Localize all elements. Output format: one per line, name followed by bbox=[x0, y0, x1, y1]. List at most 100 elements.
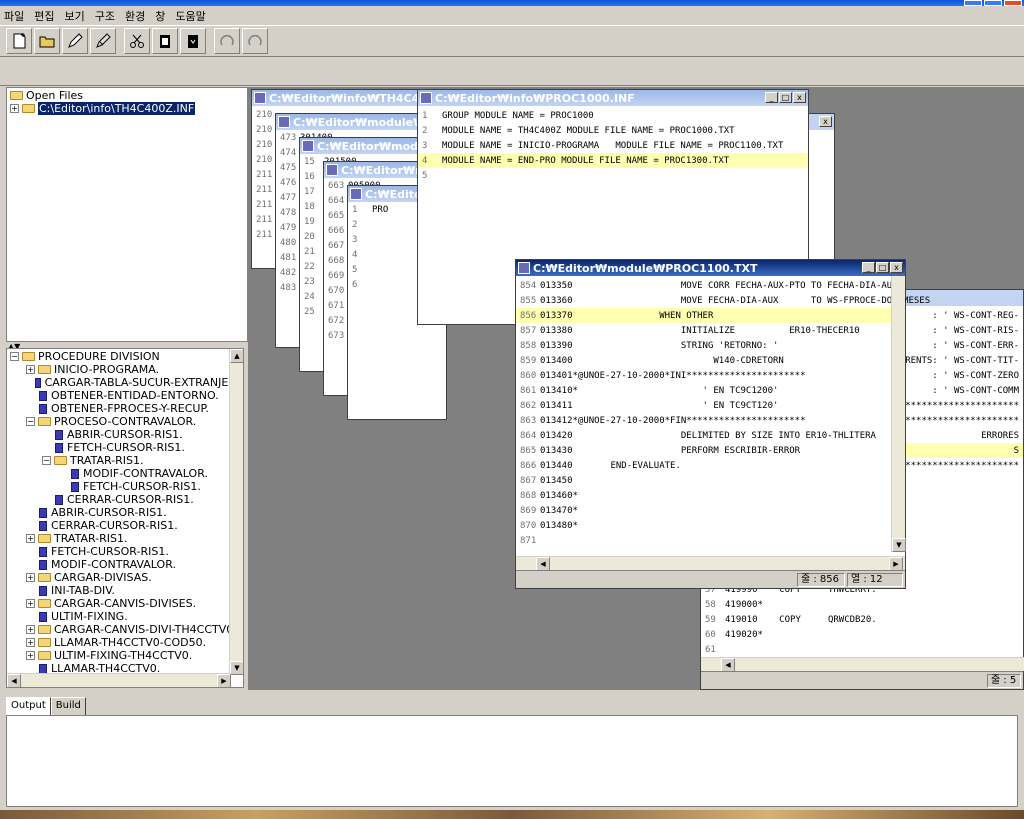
menu-environment[interactable]: 환경 bbox=[125, 8, 145, 24]
tree-item[interactable]: INI-TAB-DIV. bbox=[7, 584, 243, 597]
tree-item[interactable]: MODIF-CONTRAVALOR. bbox=[7, 558, 243, 571]
document-icon bbox=[39, 585, 47, 596]
tree-item[interactable]: + CARGAR-DIVISAS. bbox=[7, 571, 243, 584]
line-number: 665 bbox=[328, 210, 345, 221]
close-icon[interactable]: x bbox=[819, 116, 832, 127]
expand-icon[interactable]: + bbox=[26, 365, 35, 374]
menu-structure[interactable]: 구조 bbox=[95, 8, 115, 24]
paste-button[interactable] bbox=[152, 28, 178, 54]
code-line: 858 013390 STRING 'RETORNO: ' bbox=[516, 338, 905, 353]
cut-button[interactable] bbox=[124, 28, 150, 54]
menu-file[interactable]: 파일 bbox=[4, 8, 24, 24]
app-icon bbox=[326, 164, 338, 176]
tree-item[interactable]: CARGAR-TABLA-SUCUR-EXTRANJERA bbox=[7, 376, 243, 389]
tree-item[interactable]: + CARGAR-CANVIS-DIVISES. bbox=[7, 597, 243, 610]
tree-item[interactable]: + CARGAR-CANVIS-DIVI-TH4CCTV0. bbox=[7, 623, 243, 636]
tree-item[interactable]: OBTENER-FPROCES-Y-RECUP. bbox=[7, 402, 243, 415]
tree-item[interactable]: ULTIM-FIXING. bbox=[7, 610, 243, 623]
scroll-right-icon[interactable]: ▶ bbox=[889, 557, 903, 571]
line-number: 2 bbox=[422, 125, 428, 136]
tree-item[interactable]: − PROCESO-CONTRAVALOR. bbox=[7, 415, 243, 428]
expand-icon[interactable]: + bbox=[26, 599, 35, 608]
edit-button[interactable] bbox=[90, 28, 116, 54]
open-files-root[interactable]: Open Files bbox=[7, 89, 247, 102]
redo-button[interactable] bbox=[242, 28, 268, 54]
tab-output[interactable]: Output bbox=[6, 697, 51, 715]
maximize-icon[interactable]: □ bbox=[876, 262, 889, 273]
tree-item[interactable]: − PROCEDURE DIVISION bbox=[7, 350, 243, 363]
tree-item[interactable]: ABRIR-CURSOR-RIS1. bbox=[7, 428, 243, 441]
code-line: 866 013440 END-EVALUATE. bbox=[516, 458, 905, 473]
maximize-icon[interactable]: □ bbox=[779, 92, 792, 103]
open-file-item[interactable]: + C:\Editor\info\TH4C400Z.INF bbox=[7, 102, 247, 115]
pencil-button[interactable] bbox=[62, 28, 88, 54]
tree-item-label: ULTIM-FIXING. bbox=[51, 610, 128, 623]
scroll-right-icon[interactable]: ▶ bbox=[217, 674, 231, 687]
tree-item[interactable]: OBTENER-ENTIDAD-ENTORNO. bbox=[7, 389, 243, 402]
tree-item[interactable]: + ULTIM-FIXING-TH4CCTV0. bbox=[7, 649, 243, 662]
tree-item[interactable]: ABRIR-CURSOR-RIS1. bbox=[7, 506, 243, 519]
tree-item[interactable]: + TRATAR-RIS1. bbox=[7, 532, 243, 545]
line-number: 856 bbox=[520, 310, 537, 321]
output-area[interactable] bbox=[6, 715, 1018, 807]
minimize-icon[interactable]: _ bbox=[862, 262, 875, 273]
tree-item[interactable]: FETCH-CURSOR-RIS1. bbox=[7, 480, 243, 493]
menu-edit[interactable]: 편집 bbox=[34, 8, 54, 24]
line-number: 476 bbox=[280, 177, 297, 188]
scroll-down-icon[interactable]: ▼ bbox=[230, 661, 243, 675]
window-title: C:₩Editor₩module₩PROC1100.TXT bbox=[533, 261, 758, 275]
tree-item[interactable]: − TRATAR-RIS1. bbox=[7, 454, 243, 467]
tree-horizontal-scrollbar[interactable]: ◀ ▶ bbox=[7, 673, 231, 687]
window-proc1100[interactable]: C:₩Editor₩module₩PROC1100.TXT _ □ x 854 013… bbox=[515, 259, 930, 589]
minimize-icon[interactable]: _ bbox=[765, 92, 778, 103]
collapse-icon[interactable]: − bbox=[26, 417, 35, 426]
line-number: 474 bbox=[280, 147, 297, 158]
expand-icon[interactable]: + bbox=[26, 651, 35, 660]
editor-horizontal-scrollbar[interactable]: ◀ ▶ bbox=[516, 556, 905, 571]
expand-icon[interactable]: + bbox=[26, 573, 35, 582]
scroll-left-icon[interactable]: ◀ bbox=[7, 674, 21, 687]
scroll-up-icon[interactable]: ▲ bbox=[230, 349, 243, 363]
expand-icon[interactable]: + bbox=[26, 638, 35, 647]
tree-item-label: OBTENER-FPROCES-Y-RECUP. bbox=[51, 402, 209, 415]
tree-item[interactable]: FETCH-CURSOR-RIS1. bbox=[7, 545, 243, 558]
folder-icon bbox=[38, 534, 51, 543]
app-icon bbox=[518, 262, 530, 274]
collapse-icon[interactable]: − bbox=[10, 352, 19, 361]
line-number: 671 bbox=[328, 300, 345, 311]
undo-button[interactable] bbox=[214, 28, 240, 54]
tree-item[interactable]: CERRAR-CURSOR-RIS1. bbox=[7, 493, 243, 506]
new-file-button[interactable] bbox=[6, 28, 32, 54]
scroll-down-icon[interactable]: ▼ bbox=[892, 538, 906, 552]
tree-item[interactable]: + LLAMAR-TH4CCTV0-COD50. bbox=[7, 636, 243, 649]
line-number: 3 bbox=[422, 140, 428, 151]
line-number: 61 bbox=[705, 644, 716, 655]
line-number: 860 bbox=[520, 370, 537, 381]
scroll-left-icon[interactable]: ◀ bbox=[536, 557, 550, 571]
expand-icon[interactable]: + bbox=[26, 625, 35, 634]
right-horizontal-scrollbar[interactable]: ◀ bbox=[701, 657, 1024, 672]
line-number: 210 bbox=[256, 124, 273, 135]
tree-vertical-scrollbar[interactable]: ▲ ▼ bbox=[229, 349, 243, 675]
save-button[interactable] bbox=[180, 28, 206, 54]
scroll-left-icon[interactable]: ◀ bbox=[721, 658, 735, 672]
tree-item[interactable]: MODIF-CONTRAVALOR. bbox=[7, 467, 243, 480]
menu-window[interactable]: 창 bbox=[155, 8, 165, 24]
close-icon[interactable]: x bbox=[890, 262, 903, 273]
open-button[interactable] bbox=[34, 28, 60, 54]
tab-build[interactable]: Build bbox=[50, 697, 86, 715]
line-number: 864 bbox=[520, 430, 537, 441]
expand-icon[interactable]: + bbox=[26, 534, 35, 543]
line-number: 21 bbox=[304, 246, 315, 257]
editor-vertical-scrollbar[interactable]: ▼ bbox=[891, 276, 906, 552]
collapse-icon[interactable]: − bbox=[42, 456, 51, 465]
line-number: 18 bbox=[304, 201, 315, 212]
tree-item[interactable]: FETCH-CURSOR-RIS1. bbox=[7, 441, 243, 454]
document-icon bbox=[39, 390, 47, 401]
expand-icon[interactable]: + bbox=[10, 104, 19, 113]
close-icon[interactable]: x bbox=[793, 92, 806, 103]
menu-help[interactable]: 도움말 bbox=[175, 8, 205, 24]
tree-item[interactable]: + INICIO-PROGRAMA. bbox=[7, 363, 243, 376]
menu-view[interactable]: 보기 bbox=[65, 8, 85, 24]
tree-item[interactable]: CERRAR-CURSOR-RIS1. bbox=[7, 519, 243, 532]
